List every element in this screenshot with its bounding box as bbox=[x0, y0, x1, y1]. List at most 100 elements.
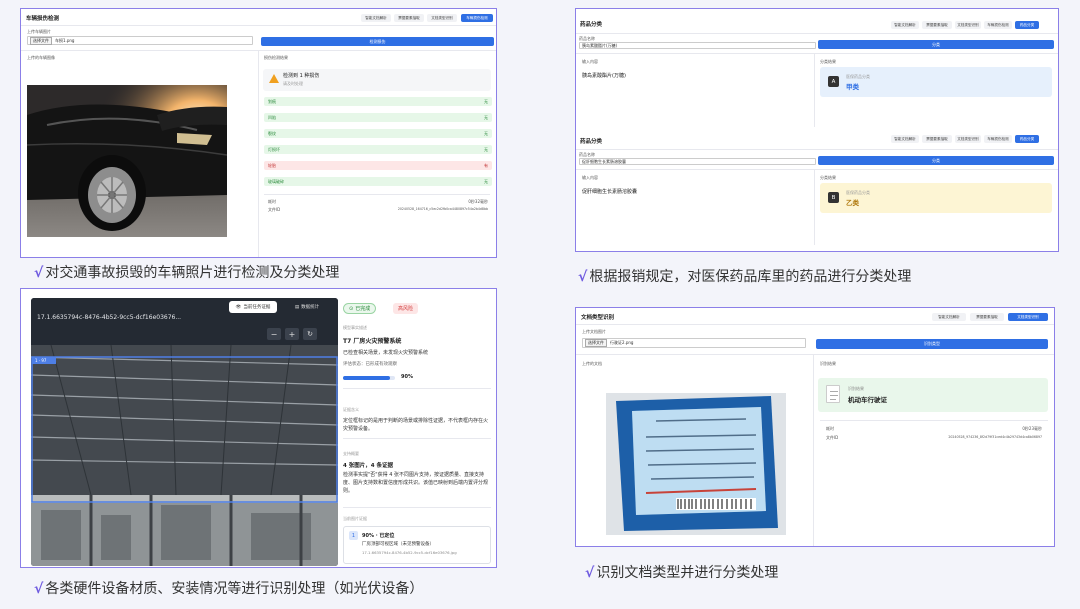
input-content-header: 输入内容 bbox=[582, 59, 598, 64]
license-photo bbox=[606, 393, 786, 535]
damage-row: 凹陷 无 bbox=[264, 113, 492, 122]
time-label: 耗时 bbox=[268, 199, 276, 204]
card-number: 1 bbox=[349, 531, 358, 540]
file-id-value: 20240528_164716_c5ec2d2fb0ca4480897c54a2… bbox=[397, 207, 488, 211]
damage-label: 灯损坏 bbox=[268, 146, 280, 152]
tab-0[interactable]: 智能文档解析 bbox=[891, 135, 919, 143]
tab-1[interactable]: 票据要素抽取 bbox=[922, 21, 952, 29]
damage-value: 有 bbox=[484, 162, 488, 168]
file-id-label: 文件ID bbox=[826, 435, 839, 440]
panel-title: 药品分类 bbox=[580, 22, 603, 28]
identify-button[interactable]: 识别类型 bbox=[816, 339, 1048, 349]
right-header: 损伤检测结果 bbox=[264, 55, 288, 60]
time-value: 0秒32毫秒 bbox=[468, 199, 488, 204]
damage-label: 玻璃破碎 bbox=[268, 178, 284, 184]
tab-4[interactable]: 药品分类 bbox=[1015, 21, 1039, 29]
left-header: 上传的文档 bbox=[582, 361, 602, 366]
tab-vehicle-damage[interactable]: 车辆损伤检测 bbox=[461, 14, 493, 22]
check-circle-icon: ⊙ bbox=[349, 305, 354, 312]
damage-row: 划痕 无 bbox=[264, 97, 492, 106]
file-id-label: 文件ID bbox=[268, 207, 281, 212]
zoom-in-button[interactable]: + bbox=[285, 328, 299, 340]
damage-row: 裂纹 无 bbox=[264, 129, 492, 138]
result-header: 分类结果 bbox=[820, 175, 836, 180]
card-line3: 17.1.6635794c-8476-4b52-9cc5-dcf16e03676… bbox=[362, 550, 457, 555]
reset-icon[interactable]: ↻ bbox=[303, 328, 317, 340]
file-name: 车损1.png bbox=[55, 37, 75, 43]
input-label: 药品名称 bbox=[579, 152, 595, 157]
damage-value: 无 bbox=[484, 130, 488, 136]
check-icon: √ bbox=[34, 265, 44, 281]
tab-doc-type[interactable]: 文档类型识别 bbox=[1008, 313, 1048, 321]
evidence-details: ⊙ 已完成 高风险 模型事实描述 T7 厂房火灾预警系统 已检查相关场景，未发现火… bbox=[343, 303, 491, 564]
tab-data-stats[interactable]: ▤ 数据统计 bbox=[281, 301, 333, 313]
panel-title: 药品分类 bbox=[580, 139, 603, 145]
tab-2[interactable]: 文档类型识别 bbox=[955, 21, 981, 29]
drug-name-input[interactable]: 胰岛素酸酯片(万糖) bbox=[579, 42, 816, 49]
support-text: 检测事实提"否"获得 4 张不同图片支持，按证据质量、直接支持度、图片支持数和置… bbox=[343, 472, 489, 494]
file-id-value: 20240528_974236_8f2d79f31ced4c4b29743d4c… bbox=[948, 435, 1042, 439]
damage-value: 无 bbox=[484, 98, 488, 104]
classify-button[interactable]: 分类 bbox=[818, 40, 1054, 49]
tab-bill-extract[interactable]: 票据要素抽取 bbox=[394, 14, 424, 22]
viewer-filename: 17.1.6635794c-8476-4b52-9cc5-dcf16e03676… bbox=[37, 314, 182, 321]
evidence-card[interactable]: 1 90% · 已定位 厂房顶部可视区域（未见预警设备） 17.1.663579… bbox=[343, 526, 491, 564]
bbox-label: 1 · 97 bbox=[35, 358, 47, 363]
car-photo bbox=[27, 85, 227, 237]
time-label: 耗时 bbox=[826, 426, 834, 431]
system-desc: 已检查相关场景，未发现火灾预警系统 bbox=[343, 350, 429, 356]
tab-current-evidence[interactable]: 👁 当前任务证据 bbox=[229, 301, 277, 313]
support-title: 4 张图片，4 条证据 bbox=[343, 463, 393, 469]
check-icon: √ bbox=[585, 565, 595, 581]
damage-list: 划痕无凹陷无裂纹无灯损坏无轮胎有玻璃破碎无 bbox=[261, 97, 495, 197]
drug-name-input[interactable]: 促肝细胞生长素肠溶胶囊 bbox=[579, 158, 816, 165]
image-viewer: 17.1.6635794c-8476-4b52-9cc5-dcf16e03676… bbox=[31, 298, 338, 566]
eval-status: 评估状态：已形成有效观察 bbox=[343, 362, 397, 367]
drug-name-text: 促肝细胞生长素肠溶胶囊 bbox=[582, 189, 638, 195]
status-badge-risk: 高风险 bbox=[393, 303, 419, 314]
section-label: 当前图片证据 bbox=[343, 516, 367, 521]
panel-title: 车辆损伤检测 bbox=[26, 16, 60, 22]
tab-2[interactable]: 文档类型识别 bbox=[955, 135, 981, 143]
drug-classification-panel: 药品分类 智能文档解析 票据要素抽取 文档类型识别 车辆损伤检测 药品分类 药品名称 胰岛素酸… bbox=[575, 8, 1059, 252]
tab-4[interactable]: 药品分类 bbox=[1015, 135, 1039, 143]
progress-text: 90% bbox=[401, 374, 413, 380]
viewer-toolbar: 17.1.6635794c-8476-4b52-9cc5-dcf16e03676… bbox=[31, 298, 338, 345]
damage-value: 无 bbox=[484, 178, 488, 184]
hardware-recognition-panel: 17.1.6635794c-8476-4b52-9cc5-dcf16e03676… bbox=[20, 288, 497, 568]
tab-1[interactable]: 票据要素抽取 bbox=[922, 135, 952, 143]
tab-0[interactable]: 智能文档解析 bbox=[891, 21, 919, 29]
choose-file-button[interactable]: 选择文件 bbox=[30, 36, 52, 45]
tab-3[interactable]: 车辆损伤检测 bbox=[984, 135, 1012, 143]
file-input[interactable]: 选择文件 车损1.png bbox=[27, 36, 253, 45]
class-letter-badge: A bbox=[828, 76, 839, 87]
tab-bill-extract[interactable]: 票据要素抽取 bbox=[970, 313, 1004, 321]
alert-title: 检测到 1 种损伤 bbox=[283, 73, 320, 79]
choose-file-button[interactable]: 选择文件 bbox=[585, 339, 607, 347]
zoom-out-button[interactable]: − bbox=[267, 328, 281, 340]
left-header: 上传的车辆图像 bbox=[27, 55, 55, 60]
damage-label: 凹陷 bbox=[268, 114, 276, 120]
tab-doc-parse[interactable]: 智能文档解析 bbox=[361, 14, 391, 22]
document-type-panel: 文档类型识别 智能文档解析 票据要素抽取 文档类型识别 上传文档图片 选择文件 … bbox=[575, 307, 1055, 547]
classification-result: A 医保药品分类 甲类 bbox=[820, 67, 1052, 97]
upload-label: 上传车辆图片 bbox=[27, 29, 51, 34]
damage-row: 轮胎 有 bbox=[264, 161, 492, 170]
alert-subtitle: 请及时处理 bbox=[283, 81, 303, 86]
panel-title: 文档类型识别 bbox=[581, 315, 615, 321]
tab-doc-type[interactable]: 文档类型识别 bbox=[427, 14, 457, 22]
result-card: 识别结果 机动车行驶证 bbox=[818, 378, 1048, 412]
result-header: 分类结果 bbox=[820, 59, 836, 64]
card-line1: 90% · 已定位 bbox=[362, 533, 395, 539]
section-label: 证据含义 bbox=[343, 407, 359, 412]
evidence-meaning: 定位框标记的是用于判断的场景或排除性证据，不代表框内存在火灾预警设备。 bbox=[343, 418, 489, 432]
tab-doc-parse[interactable]: 智能文档解析 bbox=[932, 313, 966, 321]
status-badge-complete: ⊙ 已完成 bbox=[343, 303, 377, 314]
classify-button[interactable]: 分类 bbox=[818, 156, 1054, 165]
factory-roof-photo bbox=[31, 345, 338, 566]
result-value: 乙类 bbox=[846, 199, 859, 207]
file-input[interactable]: 选择文件 行驶证2.png bbox=[582, 338, 806, 348]
result-label: 识别结果 bbox=[848, 386, 864, 391]
detect-button[interactable]: 检测损伤 bbox=[261, 37, 494, 46]
tab-3[interactable]: 车辆损伤检测 bbox=[984, 21, 1012, 29]
